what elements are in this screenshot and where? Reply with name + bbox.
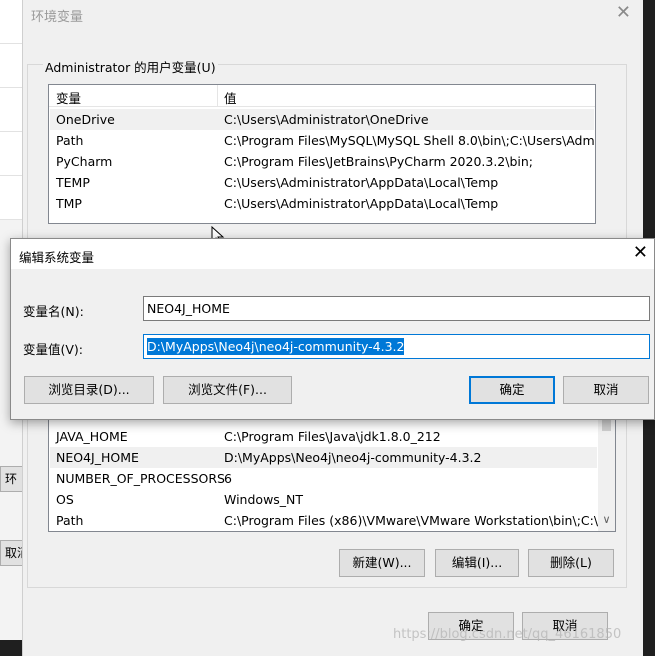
list-header: 变量 值: [49, 85, 595, 107]
user-variables-list[interactable]: 变量 值 OneDrive C:\Users\Administrator\One…: [48, 84, 596, 224]
variable-value: C:\Program Files\Java\jdk1.8.0_212: [224, 429, 441, 444]
user-variables-label: Administrator 的用户变量(U): [43, 57, 218, 76]
browse-directory-button[interactable]: 浏览目录(D)...: [24, 376, 154, 404]
watermark: https://blog.csdn.net/qq_46161850: [393, 627, 622, 642]
browse-file-button[interactable]: 浏览文件(F)...: [163, 376, 292, 404]
background-row: [0, 44, 22, 88]
variable-value: C:\Program Files (x86)\VMware\VMware Wor…: [224, 513, 610, 528]
list-item[interactable]: Path C:\Program Files (x86)\VMware\VMwar…: [50, 510, 610, 531]
variable-name: JAVA_HOME: [56, 429, 128, 444]
system-variables-list[interactable]: JAVA_HOME C:\Program Files\Java\jdk1.8.0…: [48, 408, 616, 532]
dialog-titlebar[interactable]: 编辑系统变量 ✕: [11, 239, 654, 269]
dialog-ok-button[interactable]: 确定: [469, 376, 555, 404]
new-button[interactable]: 新建(W)...: [339, 549, 425, 577]
close-icon[interactable]: ✕: [616, 4, 631, 22]
column-header-value[interactable]: 值: [224, 88, 237, 107]
variable-value-input[interactable]: D:\MyApps\Neo4j\neo4j-community-4.3.2: [143, 334, 650, 359]
variable-value: C:\Program Files\JetBrains\PyCharm 2020.…: [224, 154, 534, 169]
variable-value: Windows_NT: [224, 492, 304, 507]
variable-value-label: 变量值(V):: [23, 342, 84, 357]
list-item[interactable]: PyCharm C:\Program Files\JetBrains\PyCha…: [50, 151, 594, 172]
background-row: [0, 176, 22, 220]
variable-name-label: 变量名(N):: [23, 304, 84, 319]
background-row: [0, 88, 22, 132]
edit-button[interactable]: 编辑(I)...: [435, 549, 519, 577]
list-item[interactable]: NUMBER_OF_PROCESSORS 6: [50, 468, 597, 489]
dialog-cancel-button[interactable]: 取消: [563, 376, 649, 404]
variable-name-input[interactable]: NEO4J_HOME: [143, 296, 650, 321]
variable-name: PyCharm: [56, 154, 113, 169]
vertical-scrollbar[interactable]: ∨: [598, 409, 615, 531]
column-header-name[interactable]: 变量: [56, 88, 81, 107]
column-divider[interactable]: [217, 85, 218, 107]
list-item[interactable]: Path C:\Program Files\MySQL\MySQL Shell …: [50, 130, 596, 151]
variable-name: OneDrive: [56, 112, 115, 127]
variable-name: OS: [56, 492, 74, 507]
list-item[interactable]: JAVA_HOME C:\Program Files\Java\jdk1.8.0…: [50, 426, 597, 447]
background-row: [0, 0, 22, 44]
selected-text: D:\MyApps\Neo4j\neo4j-community-4.3.2: [147, 338, 405, 355]
edit-system-variable-dialog: 编辑系统变量 ✕ 变量名(N): NEO4J_HOME 变量值(V): D:\M…: [10, 238, 655, 420]
scrollbar-thumb[interactable]: [602, 419, 611, 431]
list-item[interactable]: NEO4J_HOME D:\MyApps\Neo4j\neo4j-communi…: [50, 447, 597, 468]
variable-name: NEO4J_HOME: [56, 450, 139, 465]
variable-name: TMP: [56, 196, 82, 211]
variable-name: TEMP: [56, 175, 90, 190]
variable-name: Path: [56, 133, 84, 148]
variable-name: Path: [56, 513, 84, 528]
variable-value: C:\Users\Administrator\AppData\Local\Tem…: [224, 196, 499, 211]
variable-name: NUMBER_OF_PROCESSORS: [56, 471, 225, 486]
variable-value: 6: [224, 471, 232, 486]
close-icon[interactable]: ✕: [633, 243, 648, 263]
delete-button[interactable]: 删除(L): [528, 549, 614, 577]
list-item[interactable]: TMP C:\Users\Administrator\AppData\Local…: [50, 193, 594, 214]
variable-value: C:\Users\Administrator\AppData\Local\Tem…: [224, 175, 499, 190]
list-item[interactable]: OS Windows_NT: [50, 489, 597, 510]
desktop-background: [0, 640, 22, 656]
window-title: 环境变量: [31, 10, 84, 25]
background-row: [0, 132, 22, 176]
list-item[interactable]: OneDrive C:\Users\Administrator\OneDrive: [50, 109, 594, 130]
chevron-down-icon[interactable]: ∨: [598, 513, 615, 526]
variable-value: C:\Users\Administrator\OneDrive: [224, 112, 429, 127]
variable-value: C:\Program Files\MySQL\MySQL Shell 8.0\b…: [224, 133, 596, 148]
list-item[interactable]: TEMP C:\Users\Administrator\AppData\Loca…: [50, 172, 594, 193]
variable-value: D:\MyApps\Neo4j\neo4j-community-4.3.2: [224, 450, 482, 465]
dialog-title: 编辑系统变量: [19, 250, 95, 265]
